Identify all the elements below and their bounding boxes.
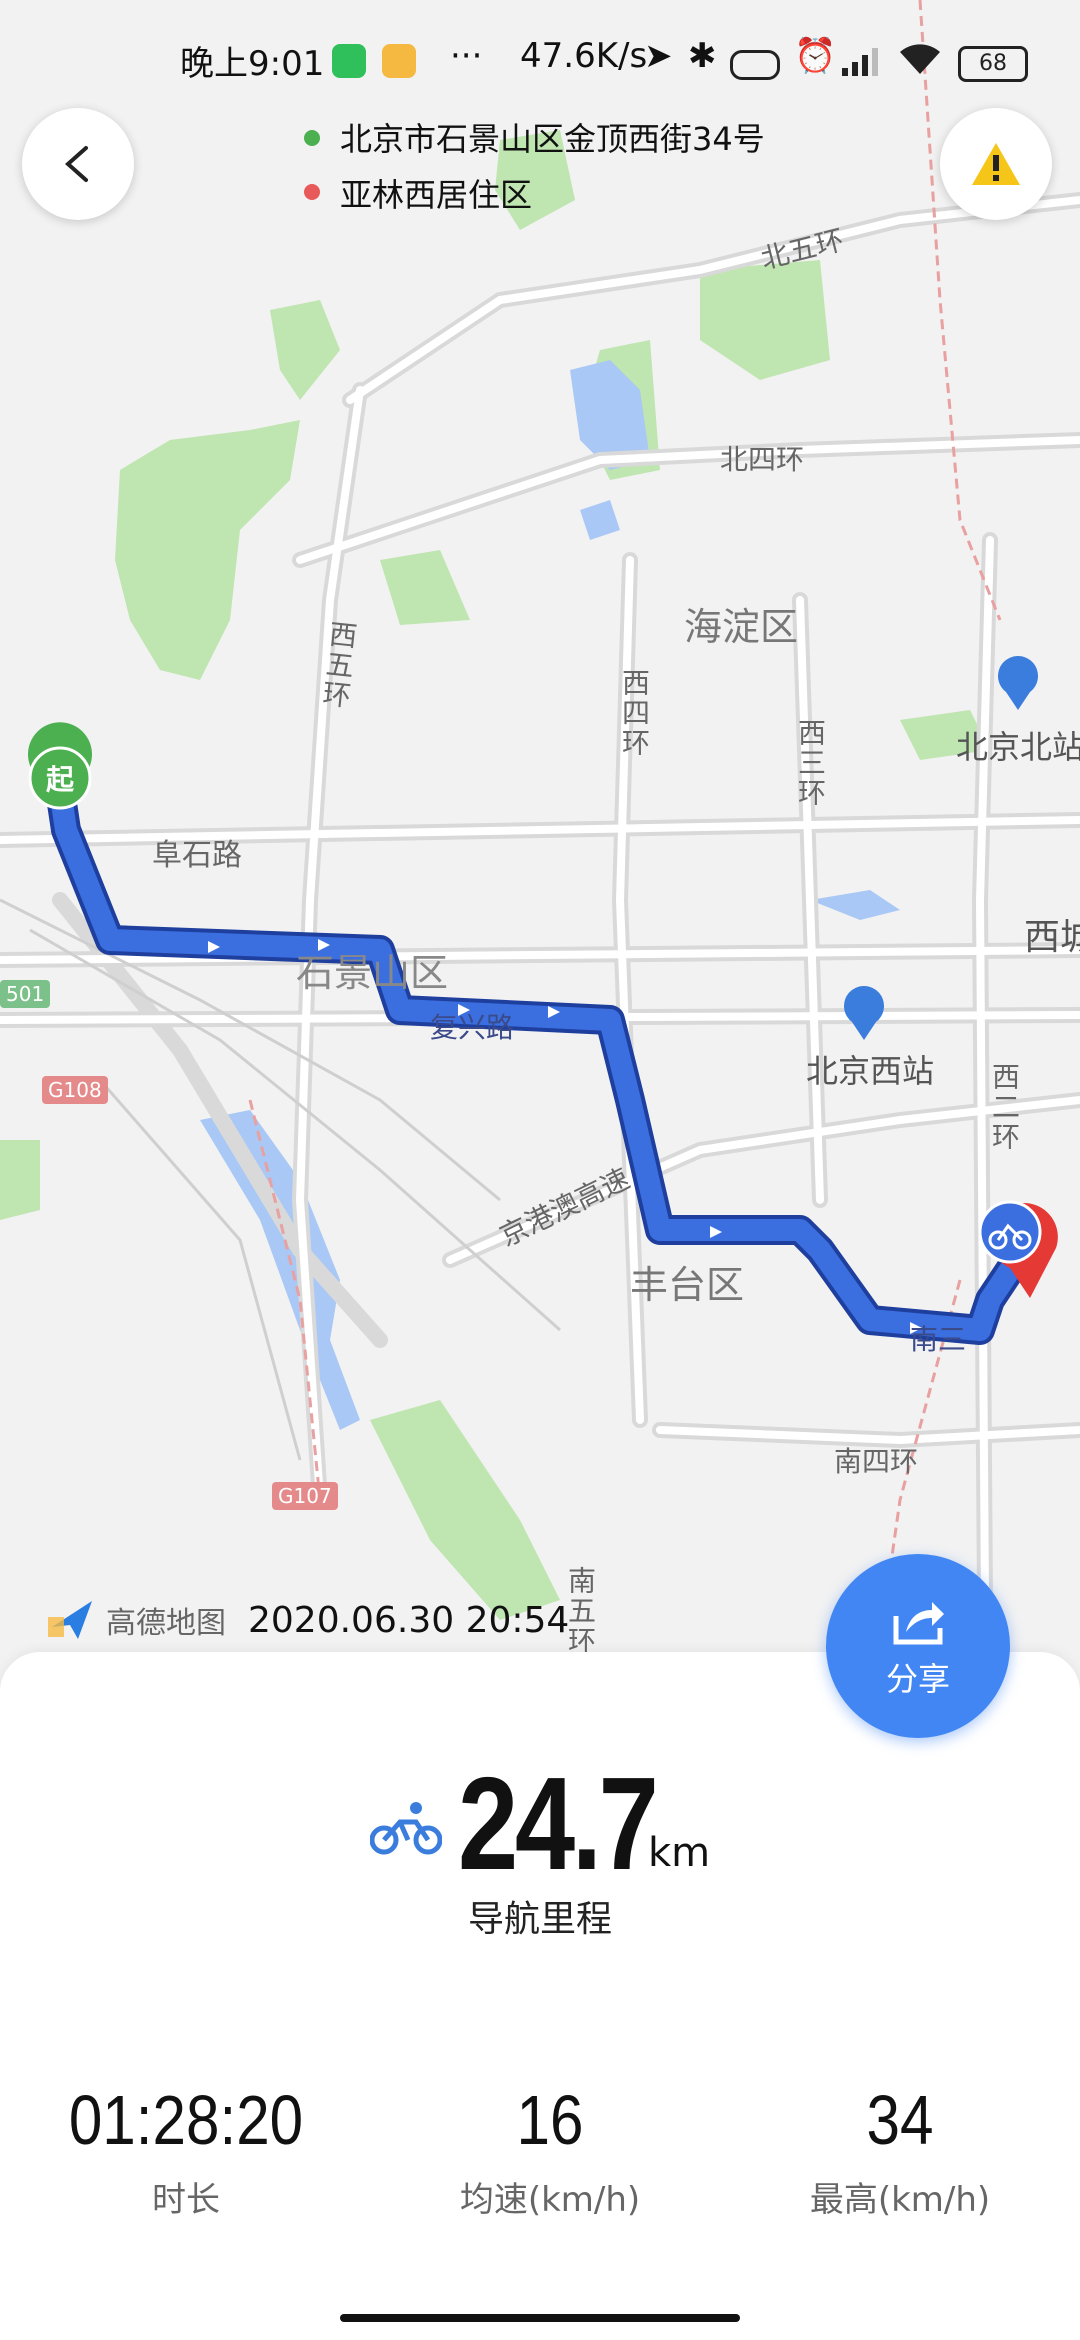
start-address: 北京市石景山区金顶西街34号 xyxy=(340,120,765,158)
road-label: 西二环 xyxy=(988,1062,1021,1152)
district-label: 西城 xyxy=(1024,917,1080,958)
max-speed-label: 最高(km/h) xyxy=(809,2180,991,2220)
road-label: 西三环 xyxy=(794,718,827,808)
vibrate-icon xyxy=(730,50,780,80)
park-area xyxy=(0,1140,40,1220)
status-time: 晚上9:01 xyxy=(180,44,325,84)
chevron-left-icon xyxy=(64,146,88,182)
signal-icon xyxy=(842,46,882,80)
map-attribution: 高德地图 2020.06.30 20:54 xyxy=(46,1596,569,1644)
location-icon: ➤ xyxy=(644,36,673,76)
station-label: 北京西站 xyxy=(806,1052,935,1090)
bluetooth-icon: ✱ xyxy=(688,36,717,76)
trip-datetime: 2020.06.30 20:54 xyxy=(248,1599,570,1641)
end-dot xyxy=(304,184,320,200)
avg-speed-value: 16 xyxy=(516,2081,584,2159)
road-label: 复兴路 xyxy=(430,1011,515,1044)
district-label: 丰台区 xyxy=(630,1263,745,1307)
wifi-icon xyxy=(898,40,942,80)
max-speed-value: 34 xyxy=(866,2081,934,2159)
status-bar: 晚上9:01 ··· 47.6K/s ➤ ✱ ⏰ 68 xyxy=(0,0,1080,128)
road-label: 阜石路 xyxy=(152,838,242,873)
distance-value: 24.7 xyxy=(458,1750,659,1897)
highway-shield: G107 xyxy=(272,1482,338,1510)
route-map[interactable]: 起 北五环 北四环 西五环 西四环 西三环 西二环 海淀区 丰台区 石景山区 阜… xyxy=(0,0,1080,1660)
distance-unit: km xyxy=(648,1830,711,1876)
duration-label: 时长 xyxy=(152,2180,220,2220)
home-indicator[interactable] xyxy=(340,2314,740,2322)
shield-app-icon xyxy=(332,44,366,78)
start-marker-label: 起 xyxy=(46,763,75,796)
road-label: 北四环 xyxy=(720,443,805,476)
amap-logo-icon xyxy=(48,1601,92,1639)
more-notifications-icon: ··· xyxy=(450,36,483,76)
road-label: 南四环 xyxy=(834,1445,919,1478)
road-label: 西四环 xyxy=(618,668,651,758)
network-speed: 47.6K/s xyxy=(520,36,648,76)
avg-speed-label: 均速(km/h) xyxy=(459,2180,641,2220)
report-issue-button[interactable] xyxy=(940,108,1052,220)
road-label: 南三 xyxy=(910,1323,967,1356)
duration-value: 01:28:20 xyxy=(68,2081,304,2159)
district-label: 海淀区 xyxy=(684,605,799,649)
notes-app-icon xyxy=(382,44,416,78)
station-label: 北京北站 xyxy=(956,728,1080,766)
battery-level: 68 xyxy=(979,51,1007,76)
start-dot xyxy=(304,130,320,146)
cycling-icon xyxy=(370,1802,442,1855)
distance-label: 导航里程 xyxy=(467,1899,612,1940)
share-label: 分享 xyxy=(885,1660,950,1698)
back-button[interactable] xyxy=(22,108,134,220)
highway-shield: G108 xyxy=(42,1076,108,1104)
end-address: 亚林西居住区 xyxy=(340,176,533,214)
share-button[interactable]: 分享 xyxy=(826,1554,1010,1738)
alarm-icon: ⏰ xyxy=(794,36,837,76)
map-brand: 高德地图 xyxy=(106,1606,226,1641)
share-icon xyxy=(893,1602,944,1645)
district-label: 石景山区 xyxy=(296,951,449,995)
warning-icon xyxy=(972,143,1020,185)
battery-icon: 68 xyxy=(958,46,1028,82)
highway-shield: 501 xyxy=(0,980,51,1008)
